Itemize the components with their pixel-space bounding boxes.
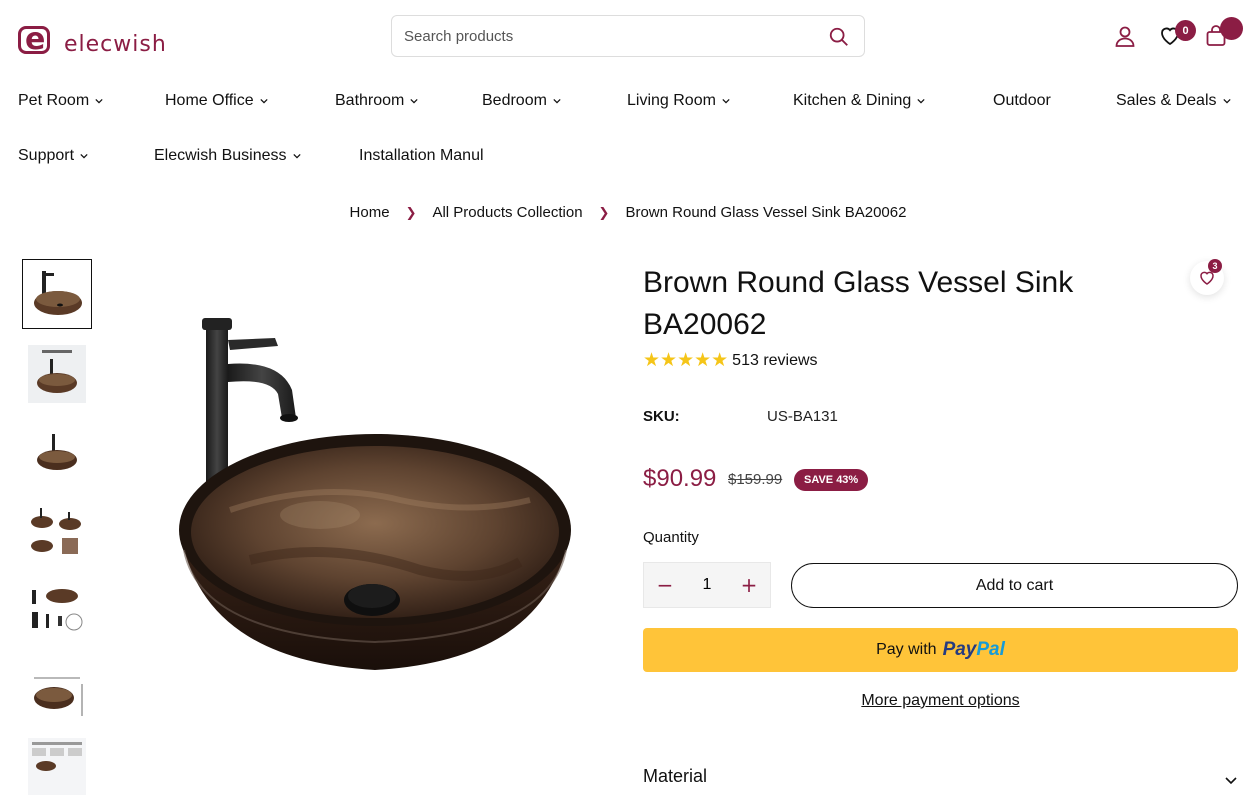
chevron-down-icon xyxy=(410,98,418,104)
sink-thumbnail-image xyxy=(28,738,86,795)
nav-item-bathroom[interactable]: Bathroom xyxy=(335,92,418,110)
paypal-prefix: Pay with xyxy=(876,641,937,658)
breadcrumb-current: Brown Round Glass Vessel Sink BA20062 xyxy=(625,204,907,221)
sink-thumbnail-image xyxy=(34,271,82,315)
nav-label: Bedroom xyxy=(482,92,547,109)
sink-thumbnail-image xyxy=(32,589,83,631)
star-rating-icon: ★★★★★ xyxy=(643,350,729,371)
nav-item-living-room[interactable]: Living Room xyxy=(627,92,730,110)
nav-item-home-office[interactable]: Home Office xyxy=(165,92,268,110)
product-thumbnail[interactable] xyxy=(22,259,92,329)
quantity-decrease-button[interactable]: − xyxy=(644,563,686,607)
product-rating[interactable]: ★★★★★ 513 reviews xyxy=(643,349,818,372)
cart-count-badge xyxy=(1220,17,1243,40)
search-input[interactable] xyxy=(392,16,812,56)
search-icon[interactable] xyxy=(828,26,850,48)
chevron-down-icon xyxy=(95,98,103,104)
chevron-down-icon xyxy=(553,98,561,104)
chevron-down-icon[interactable] xyxy=(1224,774,1238,788)
nav-label: Support xyxy=(18,147,75,164)
nav-item-bedroom[interactable]: Bedroom xyxy=(482,92,561,110)
product-title: Brown Round Glass Vessel Sink BA20062 xyxy=(643,266,1074,341)
quantity-label: Quantity xyxy=(643,529,699,546)
chevron-down-icon xyxy=(80,153,88,159)
search-bar xyxy=(391,15,865,57)
product-main-image[interactable] xyxy=(170,300,580,680)
product-thumbnail[interactable] xyxy=(22,738,92,795)
wishlist-count-badge: 0 xyxy=(1175,20,1196,41)
nav-item-sales-deals[interactable]: Sales & Deals xyxy=(1116,92,1231,110)
product-price: $90.99 xyxy=(643,465,717,492)
compare-at-price: $159.99 xyxy=(728,471,783,488)
chevron-right-icon: ❯ xyxy=(405,204,417,220)
nav-label: Sales & Deals xyxy=(1116,92,1217,109)
paypal-logo-text: Pay xyxy=(942,639,977,660)
product-thumbnail[interactable] xyxy=(22,658,92,728)
paypal-logo-text: Pal xyxy=(976,639,1005,660)
quantity-input[interactable] xyxy=(687,576,727,594)
chevron-down-icon xyxy=(1222,98,1231,104)
nav-label: Kitchen & Dining xyxy=(793,92,912,109)
save-badge: SAVE 43% xyxy=(794,469,869,491)
chevron-down-icon xyxy=(260,98,268,104)
breadcrumb-home[interactable]: Home xyxy=(350,204,390,221)
product-thumbnail[interactable] xyxy=(22,339,92,409)
quantity-stepper: − + xyxy=(643,562,771,608)
paypal-button[interactable]: Pay with Pay Pal xyxy=(643,628,1238,672)
material-accordion-title[interactable]: Material xyxy=(643,766,707,787)
chevron-right-icon: ❯ xyxy=(598,204,610,220)
nav-label: Bathroom xyxy=(335,92,405,109)
nav-item-pet-room[interactable]: Pet Room xyxy=(18,92,103,110)
chevron-down-icon xyxy=(292,153,301,159)
sink-thumbnail-image xyxy=(34,677,83,716)
user-icon[interactable] xyxy=(1113,24,1137,48)
product-thumbnail[interactable] xyxy=(22,498,92,568)
product-thumbnail[interactable] xyxy=(22,578,92,648)
wishlist-count-badge: 3 xyxy=(1208,259,1222,273)
add-to-cart-button[interactable]: Add to cart xyxy=(791,563,1238,608)
nav-item-installation-manual[interactable]: Installation Manul xyxy=(359,147,484,165)
brand-logo[interactable]: e elecwish xyxy=(18,22,167,57)
nav-item-kitchen-dining[interactable]: Kitchen & Dining xyxy=(793,92,925,110)
chevron-down-icon xyxy=(917,98,925,104)
logo-mark-icon: e xyxy=(18,24,50,54)
sink-thumbnail-image xyxy=(37,434,77,470)
quantity-increase-button[interactable]: + xyxy=(728,563,770,607)
nav-label: Pet Room xyxy=(18,92,90,109)
nav-item-elecwish-business[interactable]: Elecwish Business xyxy=(154,147,301,165)
more-payment-options-link[interactable]: More payment options xyxy=(643,692,1238,710)
nav-item-outdoor[interactable]: Outdoor xyxy=(993,92,1051,110)
nav-label: Outdoor xyxy=(993,92,1051,109)
reviews-count: 513 reviews xyxy=(732,351,818,369)
breadcrumb: Home ❯ All Products Collection ❯ Brown R… xyxy=(0,204,1256,221)
add-to-wishlist-button[interactable]: 3 xyxy=(1190,259,1224,295)
sink-thumbnail-image xyxy=(28,345,86,403)
nav-label: Installation Manul xyxy=(359,147,484,164)
brand-name: elecwish xyxy=(64,32,167,57)
chevron-down-icon xyxy=(722,98,730,104)
nav-item-support[interactable]: Support xyxy=(18,147,88,165)
sku-value: US-BA131 xyxy=(767,408,838,425)
nav-label: Home Office xyxy=(165,92,254,109)
breadcrumb-collection[interactable]: All Products Collection xyxy=(432,204,582,221)
nav-label: Living Room xyxy=(627,92,716,109)
nav-label: Elecwish Business xyxy=(154,147,287,164)
product-thumbnail[interactable] xyxy=(22,418,92,488)
sink-thumbnail-image xyxy=(31,508,81,554)
sku-label: SKU: xyxy=(643,408,680,425)
